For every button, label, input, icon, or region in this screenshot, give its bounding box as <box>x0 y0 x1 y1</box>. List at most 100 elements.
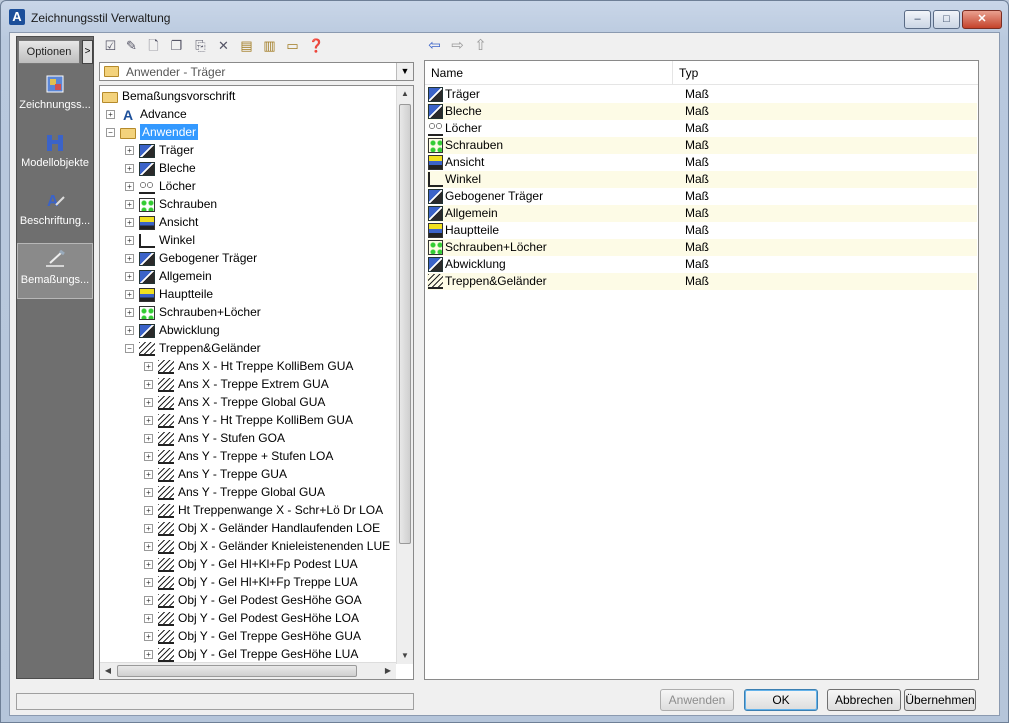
tree-node-loecher[interactable]: + Löcher <box>125 177 196 195</box>
tree-node-stair-style[interactable]: + Obj X - Geländer Handlaufenden LOE <box>144 519 380 537</box>
tree-node-root[interactable]: Bemaßungsvorschrift <box>102 87 235 105</box>
minimize-button[interactable]: – <box>904 10 931 29</box>
style-tree[interactable]: Bemaßungsvorschrift + A Advance − Anwender … <box>99 85 414 680</box>
expand-icon[interactable]: + <box>144 578 153 588</box>
expand-icon[interactable]: + <box>125 182 134 192</box>
tree-node-stair-style[interactable]: + Ans X - Treppe Extrem GUA <box>144 375 329 393</box>
up-arrow-icon[interactable]: ⇧ <box>472 37 489 54</box>
expand-icon[interactable]: + <box>125 236 134 246</box>
copy-icon[interactable]: ❐ <box>168 37 185 54</box>
expand-icon[interactable]: + <box>144 362 153 372</box>
tree-node-stair-style[interactable]: + Obj Y - Gel Treppe GesHöhe GUA <box>144 627 361 645</box>
list-item[interactable]: Gebogener Träger Maß <box>427 188 977 205</box>
scroll-down-icon[interactable]: ▼ <box>397 648 413 664</box>
column-header-type[interactable]: Typ <box>673 61 978 84</box>
style-list-view[interactable]: Name Typ Träger Maß Bleche Maß Löcher Maß S… <box>424 60 979 680</box>
expand-icon[interactable]: + <box>144 416 153 426</box>
tree-node-stair-style[interactable]: + Ans Y - Treppe + Stufen LOA <box>144 447 333 465</box>
collapse-icon[interactable]: − <box>106 128 115 138</box>
option-labeling[interactable]: A Beschriftung... <box>17 185 93 241</box>
list-item[interactable]: Hauptteile Maß <box>427 222 977 239</box>
tree-node-stair-style[interactable]: + Ans Y - Treppe Global GUA <box>144 483 325 501</box>
scroll-thumb[interactable] <box>399 104 411 544</box>
delete-icon[interactable]: ✕ <box>215 37 232 54</box>
back-arrow-icon[interactable]: ⇦ <box>426 37 443 54</box>
tree-node-allgemein[interactable]: + Allgemein <box>125 267 212 285</box>
export-icon[interactable]: ▥ <box>261 37 278 54</box>
tree-node-stair-style[interactable]: + Obj Y - Gel Podest GesHöhe GOA <box>144 591 362 609</box>
expand-icon[interactable]: + <box>125 146 134 156</box>
expand-icon[interactable]: + <box>144 452 153 462</box>
expand-icon[interactable]: + <box>144 632 153 642</box>
list-item[interactable]: Treppen&Geländer Maß <box>427 273 977 290</box>
list-item[interactable]: Bleche Maß <box>427 103 977 120</box>
list-item[interactable]: Schrauben Maß <box>427 137 977 154</box>
scroll-thumb[interactable] <box>117 665 357 677</box>
tree-node-winkel[interactable]: + Winkel <box>125 231 195 249</box>
list-item[interactable]: Abwicklung Maß <box>427 256 977 273</box>
new-icon[interactable]: 🗋 <box>145 37 162 54</box>
option-model-objects[interactable]: Modellobjekte <box>17 127 93 183</box>
tree-node-treppen-gelaender[interactable]: − Treppen&Geländer <box>125 339 261 357</box>
tree-node-gebogener-traeger[interactable]: + Gebogener Träger <box>125 249 257 267</box>
tree-horizontal-scrollbar[interactable]: ◀ ▶ <box>100 662 396 679</box>
list-item[interactable]: Ansicht Maß <box>427 154 977 171</box>
accept-button[interactable]: Übernehmen <box>904 689 976 711</box>
tree-node-stair-style[interactable]: + Obj Y - Gel Hl+Kl+Fp Treppe LUA <box>144 573 358 591</box>
edit-icon[interactable]: ✎ <box>123 37 140 54</box>
tree-node-stair-style[interactable]: + Obj X - Geländer Knieleistenenden LUE <box>144 537 390 555</box>
expand-icon[interactable]: + <box>144 470 153 480</box>
tree-node-stair-style[interactable]: + Ans X - Ht Treppe KolliBem GUA <box>144 357 353 375</box>
collapse-icon[interactable]: − <box>125 344 134 354</box>
import-icon[interactable]: ▤ <box>238 37 255 54</box>
expand-icon[interactable]: + <box>144 488 153 498</box>
expand-icon[interactable]: + <box>144 614 153 624</box>
display-icon[interactable]: ▭ <box>284 37 301 54</box>
tree-node-stair-style[interactable]: + Ans Y - Stufen GOA <box>144 429 285 447</box>
tree-node-traeger[interactable]: + Träger <box>125 141 194 159</box>
expand-icon[interactable]: + <box>144 398 153 408</box>
options-header[interactable]: Optionen <box>18 40 80 64</box>
options-expand-button[interactable]: > <box>82 40 93 64</box>
cancel-button[interactable]: Abbrechen <box>827 689 901 711</box>
checkbox-icon[interactable]: ☑ <box>102 37 119 54</box>
expand-icon[interactable]: + <box>144 596 153 606</box>
tree-node-stair-style[interactable]: + Ans X - Treppe Global GUA <box>144 393 325 411</box>
expand-icon[interactable]: + <box>144 434 153 444</box>
list-item[interactable]: Träger Maß <box>427 86 977 103</box>
tree-node-ansicht[interactable]: + Ansicht <box>125 213 198 231</box>
style-path-combobox[interactable]: Anwender - Träger ▼ <box>99 62 414 81</box>
scroll-right-icon[interactable]: ▶ <box>380 663 396 679</box>
tree-vertical-scrollbar[interactable]: ▲ ▼ <box>396 86 413 664</box>
list-item[interactable]: Winkel Maß <box>427 171 977 188</box>
list-item[interactable]: Löcher Maß <box>427 120 977 137</box>
scroll-up-icon[interactable]: ▲ <box>397 86 413 102</box>
tree-node-schrauben[interactable]: + Schrauben <box>125 195 217 213</box>
tree-node-anwender[interactable]: − Anwender <box>106 123 199 141</box>
chevron-down-icon[interactable]: ▼ <box>396 63 413 80</box>
option-drawing-style[interactable]: Zeichnungss... <box>17 69 93 125</box>
close-button[interactable]: ✕ <box>962 10 1002 29</box>
tree-node-hauptteile[interactable]: + Hauptteile <box>125 285 213 303</box>
maximize-button[interactable]: □ <box>933 10 960 29</box>
expand-icon[interactable]: + <box>125 200 134 210</box>
expand-icon[interactable]: + <box>144 560 153 570</box>
tree-node-schrauben-loecher[interactable]: + Schrauben+Löcher <box>125 303 261 321</box>
expand-icon[interactable]: + <box>125 272 134 282</box>
paste-icon[interactable]: ⎘ <box>192 37 209 54</box>
expand-icon[interactable]: + <box>144 506 153 516</box>
tree-node-stair-style[interactable]: + Obj Y - Gel Treppe GesHöhe LUA <box>144 645 358 663</box>
column-header-name[interactable]: Name <box>425 61 673 84</box>
title-bar[interactable]: A Zeichnungsstil Verwaltung – □ ✕ <box>1 1 1008 35</box>
tree-node-stair-style[interactable]: + Ht Treppenwange X - Schr+Lö Dr LOA <box>144 501 383 519</box>
tree-node-stair-style[interactable]: + Obj Y - Gel Hl+Kl+Fp Podest LUA <box>144 555 358 573</box>
tree-node-stair-style[interactable]: + Ans Y - Treppe GUA <box>144 465 287 483</box>
expand-icon[interactable]: + <box>125 290 134 300</box>
tree-node-bleche[interactable]: + Bleche <box>125 159 196 177</box>
apply-button[interactable]: Anwenden <box>660 689 734 711</box>
tree-node-advance[interactable]: + A Advance <box>106 105 187 123</box>
expand-icon[interactable]: + <box>144 650 153 660</box>
expand-icon[interactable]: + <box>144 524 153 534</box>
forward-arrow-icon[interactable]: ⇨ <box>449 37 466 54</box>
scroll-left-icon[interactable]: ◀ <box>100 663 116 679</box>
